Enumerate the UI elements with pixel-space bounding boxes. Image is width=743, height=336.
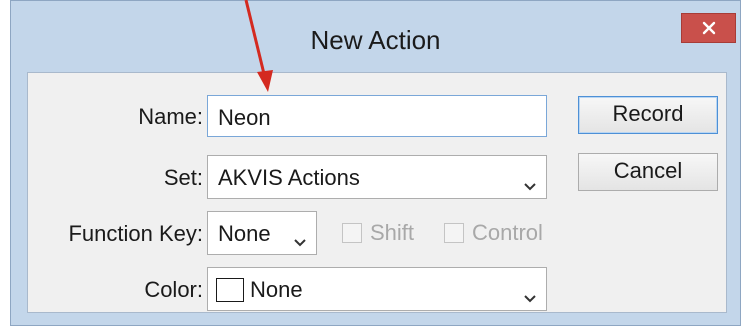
color-label: Color: bbox=[144, 277, 203, 302]
name-label: Name: bbox=[138, 104, 203, 129]
dialog-title: New Action bbox=[310, 25, 441, 55]
set-label: Set: bbox=[163, 165, 203, 190]
control-checkbox-box bbox=[444, 223, 464, 243]
set-select-value: AKVIS Actions bbox=[218, 165, 360, 190]
shift-checkbox: Shift bbox=[342, 220, 414, 246]
shift-checkbox-box bbox=[342, 223, 362, 243]
set-select[interactable]: AKVIS Actions bbox=[207, 155, 547, 199]
dialog-window: New Action Name: Neon Set: AKVIS Actions… bbox=[10, 0, 741, 326]
function-key-label: Function Key: bbox=[68, 221, 203, 246]
title-bar[interactable]: New Action bbox=[11, 1, 740, 81]
color-swatch bbox=[216, 278, 244, 302]
function-key-select[interactable]: None bbox=[207, 211, 317, 255]
function-key-value: None bbox=[218, 221, 271, 246]
chevron-down-icon bbox=[524, 283, 536, 309]
name-input[interactable]: Neon bbox=[207, 95, 547, 137]
color-select-value: None bbox=[250, 277, 303, 302]
shift-label: Shift bbox=[370, 220, 415, 245]
control-checkbox: Control bbox=[444, 220, 543, 246]
record-button[interactable]: Record bbox=[578, 96, 718, 134]
chevron-down-icon bbox=[294, 227, 306, 253]
close-icon bbox=[702, 21, 716, 35]
control-label: Control bbox=[472, 220, 543, 245]
color-select[interactable]: None bbox=[207, 267, 547, 311]
dialog-body: Name: Neon Set: AKVIS Actions Function K… bbox=[27, 72, 727, 313]
cancel-button[interactable]: Cancel bbox=[578, 153, 718, 191]
chevron-down-icon bbox=[524, 171, 536, 197]
close-button[interactable] bbox=[681, 13, 736, 43]
